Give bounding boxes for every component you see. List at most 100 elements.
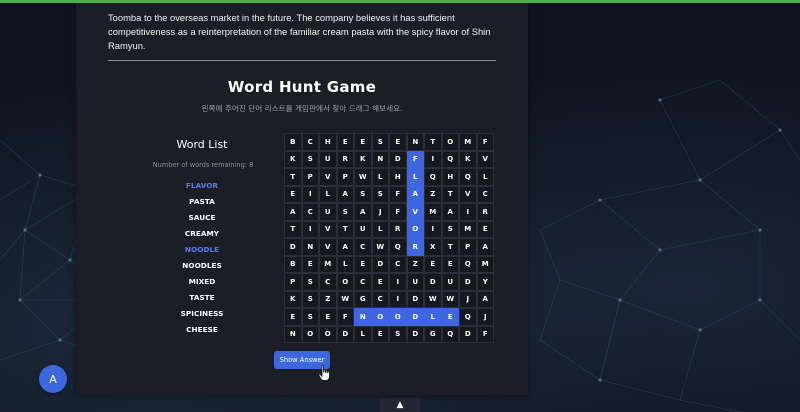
grid-cell[interactable]: I [424,220,442,238]
grid-cell[interactable]: S [301,150,319,168]
grid-cell[interactable]: O [406,220,424,238]
grid-cell[interactable]: N [301,238,319,256]
grid-cell[interactable]: S [336,203,354,221]
grid-cell[interactable]: I [424,150,442,168]
grid-cell[interactable]: E [354,255,372,273]
grid-cell[interactable]: E [441,255,459,273]
grid-cell[interactable]: R [389,220,407,238]
grid-cell[interactable]: F [476,325,494,343]
grid-cell[interactable]: I [389,290,407,308]
grid-cell[interactable]: O [319,325,337,343]
grid-cell[interactable]: I [301,220,319,238]
grid-cell[interactable]: W [371,238,389,256]
grid-cell[interactable]: L [354,325,372,343]
grid-cell[interactable]: V [319,168,337,186]
grid-cell[interactable]: V [476,150,494,168]
grid-cell[interactable]: Q [459,255,477,273]
grid-cell[interactable]: Q [441,150,459,168]
grid-cell[interactable]: S [354,185,372,203]
grid-cell[interactable]: L [371,168,389,186]
grid-cell[interactable]: Z [406,255,424,273]
grid-cell[interactable]: V [459,185,477,203]
grid-cell[interactable]: O [371,308,389,326]
grid-cell[interactable]: T [284,168,302,186]
grid-cell[interactable]: N [406,133,424,151]
grid-cell[interactable]: I [389,273,407,291]
grid-cell[interactable]: W [336,290,354,308]
grid-cell[interactable]: U [354,220,372,238]
grid-cell[interactable]: W [354,168,372,186]
grid-cell[interactable]: A [354,203,372,221]
grid-cell[interactable]: A [441,203,459,221]
grid-cell[interactable]: V [319,220,337,238]
grid-cell[interactable]: N [371,150,389,168]
grid-cell[interactable]: H [319,133,337,151]
grid-cell[interactable]: F [406,150,424,168]
grid-cell[interactable]: E [284,185,302,203]
grid-cell[interactable]: E [371,273,389,291]
grid-cell[interactable]: E [476,220,494,238]
grid-cell[interactable]: D [406,290,424,308]
grid-cell[interactable]: E [424,255,442,273]
grid-cell[interactable]: L [371,220,389,238]
grid-cell[interactable]: T [284,220,302,238]
grid-cell[interactable]: S [301,290,319,308]
grid-cell[interactable]: Z [424,185,442,203]
grid-cell[interactable]: E [371,325,389,343]
grid-cell[interactable]: N [354,308,372,326]
grid-cell[interactable]: W [441,290,459,308]
grid-cell[interactable]: S [389,325,407,343]
grid-cell[interactable]: V [406,203,424,221]
grid-cell[interactable]: S [301,308,319,326]
grid-cell[interactable]: L [424,308,442,326]
grid-cell[interactable]: W [424,290,442,308]
grid-cell[interactable]: L [319,185,337,203]
grid-cell[interactable]: E [441,308,459,326]
grid-cell[interactable]: L [406,168,424,186]
grid-cell[interactable]: H [441,168,459,186]
grid-cell[interactable]: E [354,133,372,151]
grid-cell[interactable]: C [301,133,319,151]
grid-cell[interactable]: T [441,185,459,203]
grid-cell[interactable]: Y [476,273,494,291]
grid-cell[interactable]: E [284,308,302,326]
word-search-grid[interactable]: BCHEESENTOMFKSURKNDFIQKVTPVPWLHLQHQLEILA… [284,133,494,343]
grid-cell[interactable]: I [301,185,319,203]
grid-cell[interactable]: S [301,273,319,291]
grid-cell[interactable]: M [319,255,337,273]
grid-cell[interactable]: C [371,290,389,308]
grid-cell[interactable]: C [354,273,372,291]
grid-cell[interactable]: P [459,238,477,256]
grid-cell[interactable]: D [459,325,477,343]
grid-cell[interactable]: T [441,238,459,256]
grid-cell[interactable]: F [336,308,354,326]
grid-cell[interactable]: D [336,325,354,343]
grid-cell[interactable]: U [441,273,459,291]
grid-cell[interactable]: D [459,273,477,291]
grid-cell[interactable]: D [424,273,442,291]
grid-cell[interactable]: Q [459,168,477,186]
grid-cell[interactable]: M [424,203,442,221]
grid-cell[interactable]: D [284,238,302,256]
grid-cell[interactable]: A [336,185,354,203]
grid-cell[interactable]: Q [459,308,477,326]
grid-cell[interactable]: K [354,150,372,168]
grid-cell[interactable]: P [301,168,319,186]
grid-cell[interactable]: J [371,203,389,221]
grid-cell[interactable]: U [319,150,337,168]
grid-cell[interactable]: R [336,150,354,168]
grid-cell[interactable]: E [301,255,319,273]
grid-cell[interactable]: Q [424,168,442,186]
grid-cell[interactable]: A [476,238,494,256]
grid-cell[interactable]: C [354,238,372,256]
grid-cell[interactable]: E [319,308,337,326]
grid-cell[interactable]: G [424,325,442,343]
scroll-to-top-button[interactable]: ▲ [380,398,420,412]
grid-cell[interactable]: C [301,203,319,221]
grid-cell[interactable]: X [424,238,442,256]
grid-cell[interactable]: F [389,203,407,221]
grid-cell[interactable]: U [319,203,337,221]
grid-cell[interactable]: K [459,150,477,168]
grid-cell[interactable]: O [301,325,319,343]
grid-cell[interactable]: Q [389,238,407,256]
